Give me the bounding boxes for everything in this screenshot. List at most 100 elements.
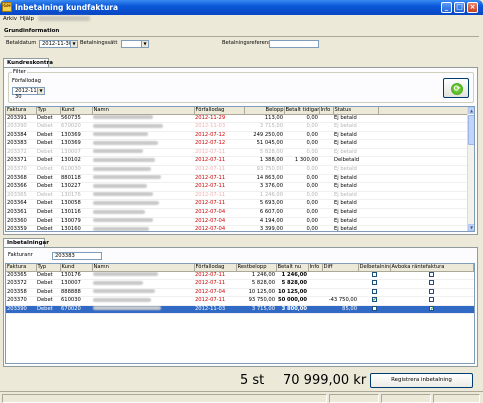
betalt-nu-cell[interactable]: 1 246,00 <box>276 271 308 281</box>
delbetalning-cell[interactable]: ✔ <box>358 296 390 306</box>
forfallodag-picker[interactable]: 2012-11-30 ▼ <box>12 87 45 100</box>
scroll-down-icon[interactable]: ▼ <box>468 224 474 231</box>
forfallodag-cell: 2012-07-04 <box>194 208 244 218</box>
col-header[interactable]: Kund <box>60 264 93 272</box>
col-header[interactable]: Typ <box>36 107 61 115</box>
table-row[interactable]: 203361 Debet 130116 2012-07-04 6 607,00 0,00 E… <box>6 208 474 218</box>
checkbox[interactable] <box>429 271 435 277</box>
delbetalning-cell[interactable] <box>358 288 390 298</box>
avboka-cell[interactable] <box>390 296 474 306</box>
filler-cell <box>378 191 474 201</box>
checkbox[interactable] <box>371 271 377 277</box>
typ-cell: Debet <box>36 139 60 149</box>
scrollbar[interactable]: ▲ ▼ <box>467 107 474 231</box>
table-row[interactable]: 203372 Debet 130007 2012-07-11 5 828,00 0,00 E… <box>6 148 474 158</box>
filler-cell <box>378 217 474 227</box>
col-header[interactable]: Avboka räntefaktura <box>390 264 474 272</box>
table-row[interactable]: 203365 Debet 130176 2012-07-11 1 246,00 1 246… <box>6 271 474 281</box>
table-row[interactable]: 203364 Debet 130058 2012-07-11 5 693,00 0,00 E… <box>6 199 474 210</box>
table-row[interactable]: 203358 Debet 888888 2012-07-04 10 125,00 10 1… <box>6 288 474 298</box>
forfallodag-cell: 2012-07-11 <box>194 148 244 158</box>
checkbox[interactable] <box>429 288 435 294</box>
col-header[interactable]: Diff <box>322 264 359 272</box>
col-header[interactable]: Namn <box>92 107 195 115</box>
table-row[interactable]: 203368 Debet 880118 2012-07-11 14 863,00 0,00… <box>6 174 474 184</box>
table-row[interactable]: 203370 Debet 610030 2012-07-11 93 750,00 50 0… <box>6 296 474 306</box>
col-header[interactable]: Betalt nu <box>276 264 309 272</box>
col-header[interactable]: Förfallodag <box>194 107 245 115</box>
checkbox[interactable] <box>371 305 377 311</box>
betalt-nu-cell[interactable]: 3 800,00 <box>276 305 308 315</box>
avboka-cell[interactable] <box>390 288 474 298</box>
col-header[interactable]: Delbetalning <box>358 264 391 272</box>
col-header[interactable]: Faktura <box>6 264 37 272</box>
table-row[interactable]: 203359 Debet 130160 2012-07-04 3 399,00 0,00 E… <box>6 225 474 231</box>
checkbox[interactable]: ✔ <box>371 297 377 303</box>
forfallodag-label: Förfallodag <box>12 78 41 84</box>
col-header[interactable]: Förfallodag <box>194 264 237 272</box>
betalningsreferens-input[interactable] <box>269 40 319 48</box>
typ-cell: Debet <box>36 225 60 231</box>
table-row[interactable]: 203391 Debet 560735 2012-11-29 113,00 0,00 Ej … <box>6 114 474 124</box>
scroll-up-icon[interactable]: ▲ <box>468 107 474 114</box>
table-row[interactable]: 203390 Debet 670020 2012-11-03 3 715,00 0,00 E… <box>6 122 474 132</box>
col-header[interactable]: Status <box>333 107 379 115</box>
checkbox[interactable] <box>429 297 435 303</box>
table-row[interactable]: 203372 Debet 130007 2012-07-11 5 828,00 5 828… <box>6 279 474 289</box>
scroll-thumb[interactable] <box>468 115 474 145</box>
table-row[interactable]: 203370 Debet 610030 2012-07-11 93 750,00 0,00… <box>6 165 474 175</box>
delbetalning-cell[interactable] <box>358 271 390 281</box>
filler-cell <box>378 131 474 141</box>
col-header[interactable]: Info <box>319 107 334 115</box>
col-header[interactable]: Betalt tidigare <box>284 107 320 115</box>
minimize-button[interactable]: _ <box>441 2 452 13</box>
checkbox[interactable] <box>371 280 377 286</box>
menu-hjalp[interactable]: Hjälp <box>20 16 34 23</box>
avboka-cell[interactable]: ✔ <box>390 305 474 315</box>
betalningsreferens-label: Betalningsreferens <box>222 40 271 46</box>
col-header[interactable]: Namn <box>92 264 195 272</box>
table-row[interactable]: 203384 Debet 130369 2012-07-12 249 250,00 0,0… <box>6 131 474 141</box>
refresh-button[interactable]: ⟳ <box>443 78 469 98</box>
col-header[interactable]: Kund <box>60 107 93 115</box>
betalningssatt-select[interactable]: ▼ <box>121 40 149 48</box>
checkbox[interactable]: ✔ <box>429 305 434 311</box>
col-header[interactable]: Info <box>308 264 323 272</box>
faktura-cell: 203390 <box>6 122 36 132</box>
menu-arkiv[interactable]: Arkiv <box>3 16 17 23</box>
chevron-down-icon[interactable]: ▼ <box>70 41 77 47</box>
table-row[interactable]: 203371 Debet 130102 2012-07-11 1 388,00 1 300… <box>6 156 474 167</box>
title-bar[interactable]: GH Inbetalning kundfaktura _ □ × <box>0 0 483 15</box>
registrera-inbetalning-button[interactable]: Registrera inbetalning <box>370 373 473 388</box>
table-row[interactable]: 203365 Debet 130176 2012-07-11 1 246,00 0,00 E… <box>6 191 474 201</box>
kund-cell: 130058 <box>60 199 92 210</box>
avboka-cell[interactable] <box>390 279 474 289</box>
betaldatum-picker[interactable]: 2012-11-30 ▼ <box>39 40 78 48</box>
info-cell <box>319 199 333 210</box>
summary-total: 70 999,00 kr <box>283 373 367 388</box>
betalt-nu-cell[interactable]: 50 000,00 <box>276 296 308 306</box>
betalt-tidigare-cell: 0,00 <box>284 199 319 210</box>
col-header[interactable]: Belopp <box>244 107 285 115</box>
col-header[interactable]: Restbelopp <box>236 264 277 272</box>
checkbox[interactable] <box>429 280 435 286</box>
delbetalning-cell[interactable] <box>358 279 390 289</box>
close-button[interactable]: × <box>467 2 478 13</box>
chevron-down-icon[interactable]: ▼ <box>37 88 44 94</box>
avboka-cell[interactable] <box>390 271 474 281</box>
col-header[interactable]: Typ <box>36 264 61 272</box>
delbetalning-cell[interactable] <box>358 305 390 315</box>
col-header[interactable]: Faktura <box>6 107 37 115</box>
chevron-down-icon[interactable]: ▼ <box>141 41 148 47</box>
table-row[interactable]: 203366 Debet 130227 2012-07-11 3 376,00 0,00 E… <box>6 182 474 192</box>
fakturanr-input[interactable]: 203383 <box>52 252 102 260</box>
table-row[interactable]: 203390 Debet 670020 2012-11-03 3 715,00 3 800… <box>6 305 474 315</box>
maximize-button[interactable]: □ <box>454 2 465 13</box>
checkbox[interactable] <box>371 288 377 294</box>
betalt-nu-cell[interactable]: 10 125,00 <box>276 288 308 298</box>
restbelopp-cell: 93 750,00 <box>236 296 276 306</box>
table-row[interactable]: 203383 Debet 130369 2012-07-12 51 045,00 0,00… <box>6 139 474 149</box>
table-row[interactable]: 203360 Debet 130079 2012-07-04 4 194,00 0,00 E… <box>6 217 474 227</box>
diff-cell <box>322 271 358 281</box>
betalt-nu-cell[interactable]: 5 828,00 <box>276 279 308 289</box>
